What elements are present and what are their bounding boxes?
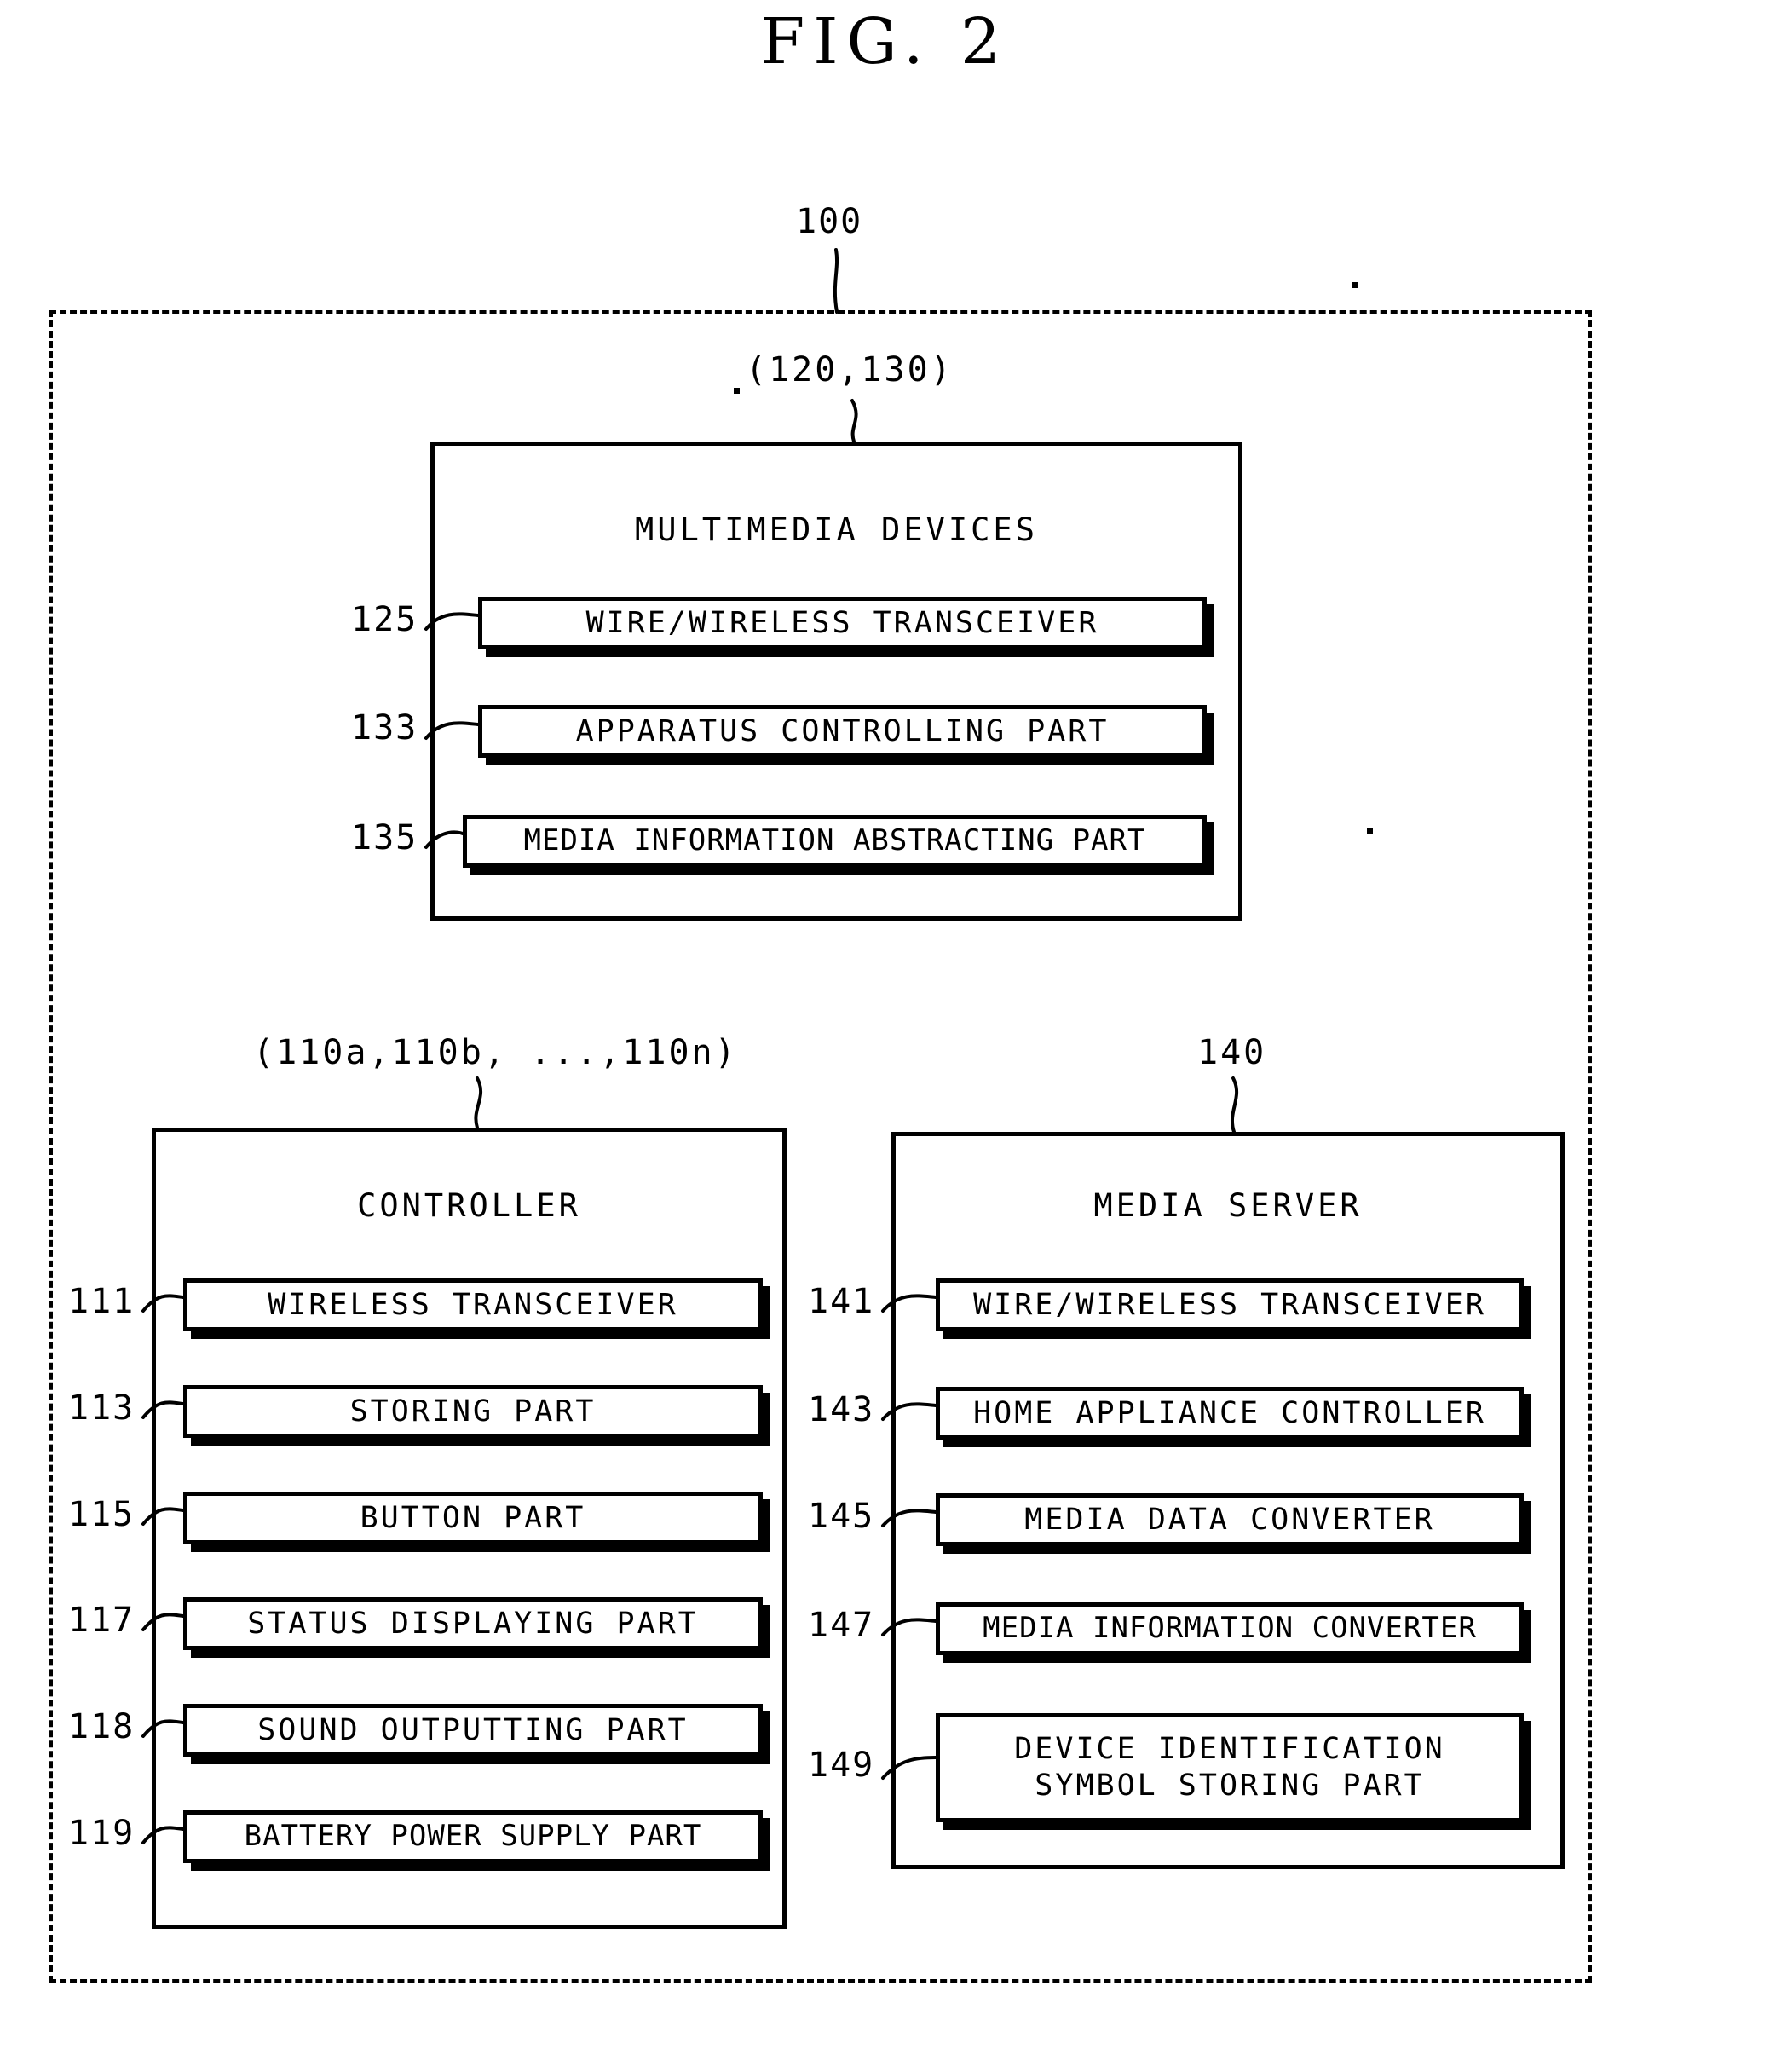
component-media-information-converter-147[interactable]: MEDIA INFORMATION CONVERTER (936, 1602, 1524, 1655)
component-label: BATTERY POWER SUPPLY PART (244, 1819, 702, 1854)
ref-numeral-135: 135 (351, 818, 418, 857)
component-device-identification-symbol-storing-part-149[interactable]: DEVICE IDENTIFICATION SYMBOL STORING PAR… (936, 1713, 1524, 1822)
component-label: WIRELESS TRANSCEIVER (268, 1287, 678, 1322)
callout-media-server: 140 (1197, 1033, 1267, 1072)
ink-speck (1367, 828, 1373, 834)
component-media-information-abstracting-part-135[interactable]: MEDIA INFORMATION ABSTRACTING PART (463, 815, 1207, 868)
component-wireless-transceiver-111[interactable]: WIRELESS TRANSCEIVER (183, 1278, 763, 1331)
component-label: HOME APPLIANCE CONTROLLER (973, 1395, 1486, 1430)
component-label: BUTTON PART (360, 1500, 586, 1535)
component-media-data-converter-145[interactable]: MEDIA DATA CONVERTER (936, 1493, 1524, 1546)
component-status-displaying-part-117[interactable]: STATUS DISPLAYING PART (183, 1597, 763, 1650)
ref-numeral-100: 100 (796, 202, 863, 241)
controller-title: CONTROLLER (357, 1187, 581, 1224)
component-home-appliance-controller-143[interactable]: HOME APPLIANCE CONTROLLER (936, 1387, 1524, 1440)
component-label: MEDIA INFORMATION ABSTRACTING PART (523, 823, 1146, 858)
component-label: STORING PART (349, 1394, 597, 1428)
component-wire-wireless-transceiver-141[interactable]: WIRE/WIRELESS TRANSCEIVER (936, 1278, 1524, 1331)
ref-numeral-147: 147 (808, 1606, 875, 1645)
callout-multimedia-devices: (120,130) (746, 350, 954, 390)
component-label: MEDIA INFORMATION CONVERTER (983, 1611, 1477, 1646)
ref-numeral-111: 111 (68, 1282, 135, 1321)
component-label: APPARATUS CONTROLLING PART (575, 713, 1110, 748)
component-label: WIRE/WIRELESS TRANSCEIVER (973, 1287, 1486, 1322)
ref-numeral-119: 119 (68, 1814, 135, 1853)
component-label: WIRE/WIRELESS TRANSCEIVER (585, 605, 1099, 640)
ref-numeral-115: 115 (68, 1495, 135, 1534)
leader-100 (833, 248, 839, 314)
component-label: STATUS DISPLAYING PART (247, 1606, 699, 1641)
component-sound-outputting-part-118[interactable]: SOUND OUTPUTTING PART (183, 1704, 763, 1757)
component-storing-part-113[interactable]: STORING PART (183, 1385, 763, 1438)
callout-controller: (110a,110b, ...,110n) (253, 1033, 738, 1072)
ink-speck (1352, 282, 1358, 288)
component-label: MEDIA DATA CONVERTER (1024, 1502, 1435, 1537)
ref-numeral-125: 125 (351, 600, 418, 639)
component-label: DEVICE IDENTIFICATION SYMBOL STORING PAR… (1014, 1732, 1445, 1803)
multimedia-devices-title: MULTIMEDIA DEVICES (635, 511, 1038, 548)
ref-numeral-141: 141 (808, 1282, 875, 1321)
ref-numeral-117: 117 (68, 1601, 135, 1640)
ref-numeral-143: 143 (808, 1390, 875, 1429)
component-wire-wireless-transceiver-125[interactable]: WIRE/WIRELESS TRANSCEIVER (478, 597, 1207, 649)
ref-numeral-149: 149 (808, 1746, 875, 1785)
ref-numeral-113: 113 (68, 1388, 135, 1428)
ref-numeral-118: 118 (68, 1707, 135, 1746)
figure-title: FIG. 2 (760, 5, 1010, 78)
ink-speck (734, 388, 740, 394)
component-battery-power-supply-part-119[interactable]: BATTERY POWER SUPPLY PART (183, 1810, 763, 1863)
component-button-part-115[interactable]: BUTTON PART (183, 1492, 763, 1544)
ref-numeral-133: 133 (351, 708, 418, 747)
component-label: SOUND OUTPUTTING PART (257, 1712, 689, 1747)
component-apparatus-controlling-part-133[interactable]: APPARATUS CONTROLLING PART (478, 705, 1207, 758)
ref-numeral-145: 145 (808, 1497, 875, 1536)
media-server-title: MEDIA SERVER (1093, 1187, 1363, 1224)
